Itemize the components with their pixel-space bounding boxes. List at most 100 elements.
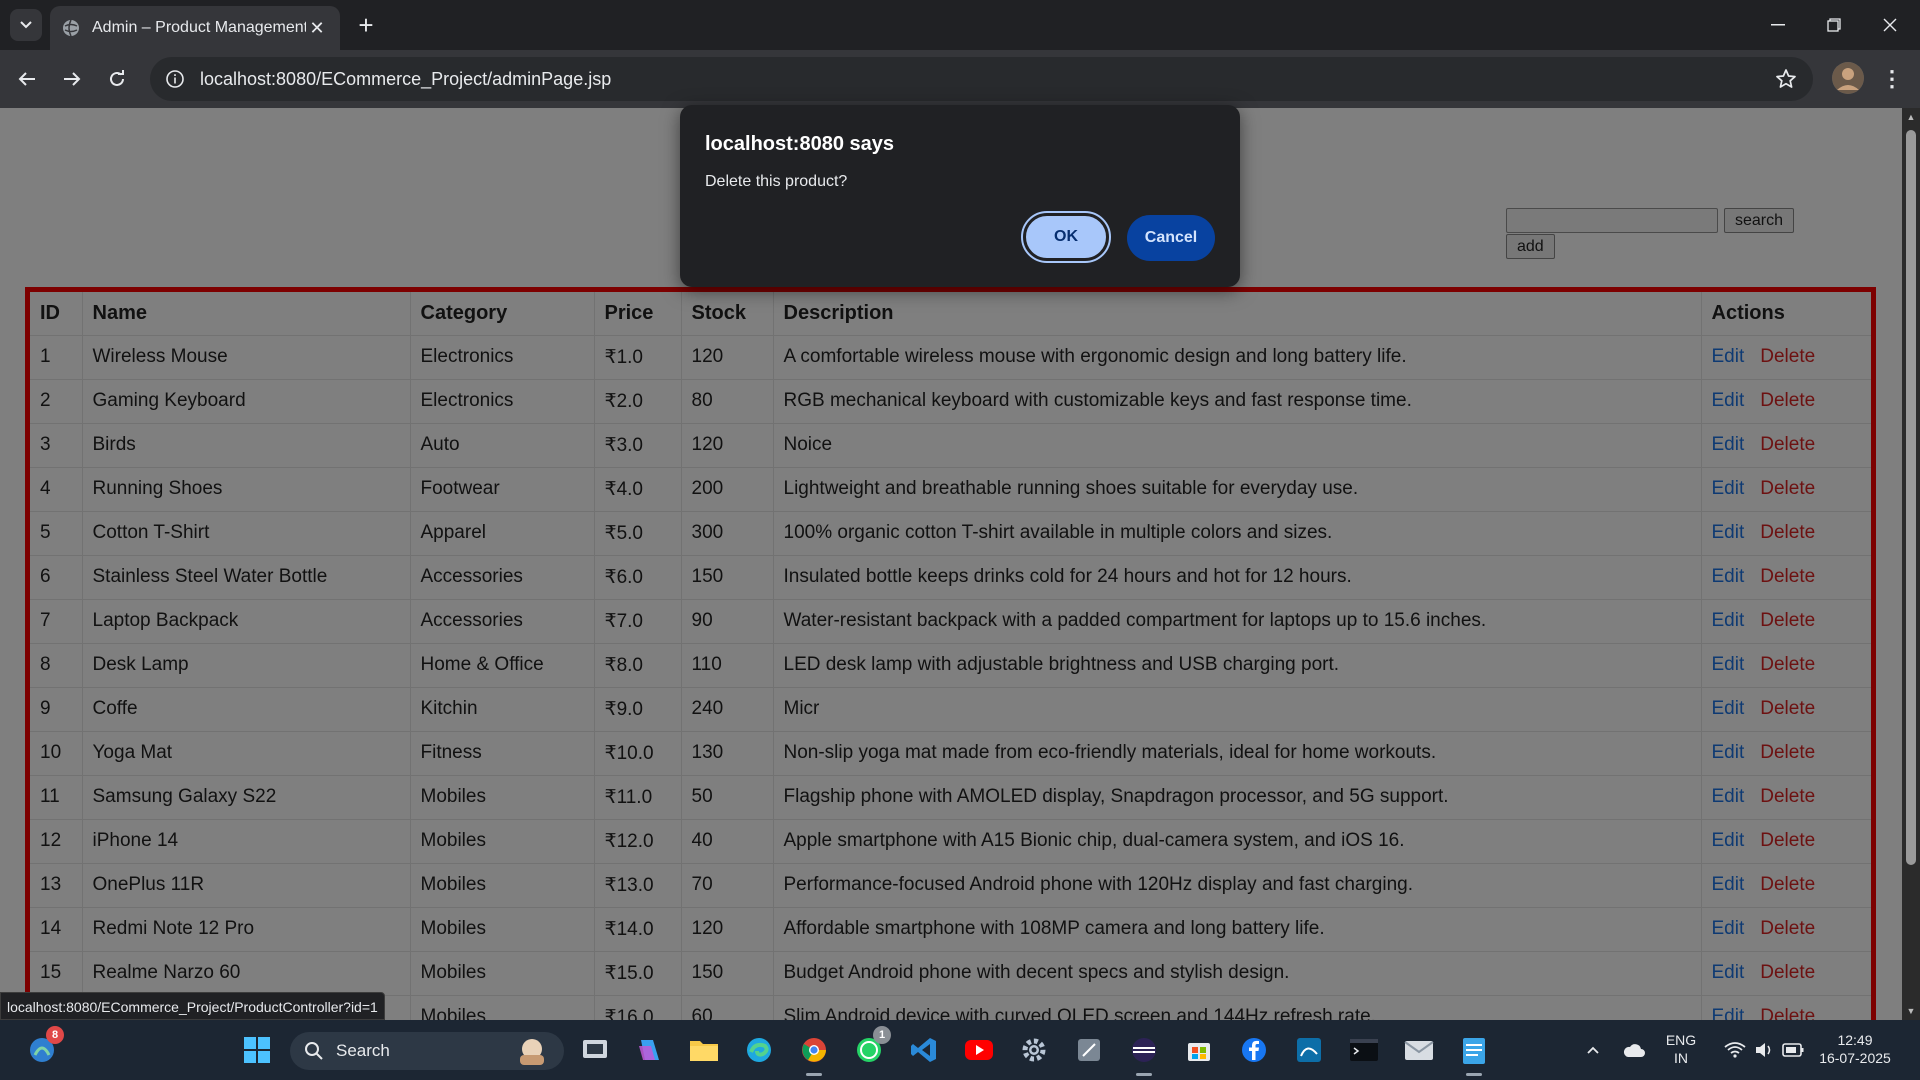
taskbar-search[interactable]: Search xyxy=(290,1032,564,1070)
search-button[interactable]: search xyxy=(1724,208,1795,233)
cell-actions: Edit Delete xyxy=(1701,731,1871,776)
mysql-shell-button[interactable] xyxy=(1344,1030,1384,1070)
delete-link[interactable]: Delete xyxy=(1760,390,1815,411)
edit-link[interactable]: Edit xyxy=(1712,522,1745,543)
start-button[interactable] xyxy=(237,1030,277,1070)
eclipse-button[interactable] xyxy=(1124,1030,1164,1076)
mail-button[interactable] xyxy=(1399,1030,1439,1070)
back-button[interactable] xyxy=(10,62,44,96)
widgets-button[interactable]: 8 xyxy=(22,1026,64,1070)
scrollbar-thumb[interactable] xyxy=(1906,130,1916,865)
cell-description: Lightweight and breathable running shoes… xyxy=(773,467,1702,512)
bookmark-star-icon[interactable] xyxy=(1775,68,1797,90)
active-app-indicator xyxy=(806,1073,822,1076)
edit-link[interactable]: Edit xyxy=(1712,346,1745,367)
table-row: 6 Stainless Steel Water Bottle Accessories… xyxy=(30,555,1871,600)
delete-link[interactable]: Delete xyxy=(1760,830,1815,851)
delete-link[interactable]: Delete xyxy=(1760,522,1815,543)
vscode-button[interactable] xyxy=(904,1030,944,1070)
forward-button[interactable] xyxy=(55,62,89,96)
folder-icon xyxy=(690,1041,718,1061)
chrome-button[interactable] xyxy=(794,1030,834,1076)
restore-button[interactable] xyxy=(1806,0,1862,50)
cell-id: 6 xyxy=(30,555,83,600)
cell-id: 12 xyxy=(30,819,83,864)
tab-search-button[interactable] xyxy=(10,9,42,41)
cell-stock: 120 xyxy=(681,423,774,468)
edit-link[interactable]: Edit xyxy=(1712,390,1745,411)
more-menu-icon[interactable]: ⋮ xyxy=(1880,62,1904,96)
new-tab-button[interactable]: + xyxy=(352,10,380,40)
close-window-button[interactable] xyxy=(1862,0,1918,50)
scroll-down-icon[interactable]: ▼ xyxy=(1906,1006,1916,1016)
cell-stock: 90 xyxy=(681,599,774,644)
delete-link[interactable]: Delete xyxy=(1760,654,1815,675)
delete-link[interactable]: Delete xyxy=(1760,610,1815,631)
edit-link[interactable]: Edit xyxy=(1712,478,1745,499)
delete-link[interactable]: Delete xyxy=(1760,1006,1815,1020)
mysql-workbench-button[interactable] xyxy=(1289,1030,1329,1070)
delete-link[interactable]: Delete xyxy=(1760,918,1815,939)
copilot-button[interactable] xyxy=(629,1030,669,1070)
url-text: localhost:8080/ECommerce_Project/adminPa… xyxy=(200,68,612,89)
edit-link[interactable]: Edit xyxy=(1712,962,1745,983)
address-bar[interactable]: localhost:8080/ECommerce_Project/adminPa… xyxy=(150,57,1813,101)
snipping-tool-button[interactable] xyxy=(1069,1030,1109,1070)
onedrive-tray-icon[interactable] xyxy=(1614,1030,1654,1070)
show-hidden-icons-button[interactable] xyxy=(1573,1030,1613,1070)
dialog-message: Delete this product? xyxy=(705,173,848,190)
edit-link[interactable]: Edit xyxy=(1712,830,1745,851)
minimize-button[interactable] xyxy=(1750,0,1806,50)
file-explorer-button[interactable] xyxy=(684,1030,724,1070)
delete-link[interactable]: Delete xyxy=(1760,742,1815,763)
youtube-button[interactable] xyxy=(959,1030,999,1070)
delete-link[interactable]: Delete xyxy=(1760,478,1815,499)
cell-name: Cotton T-Shirt xyxy=(82,511,411,556)
scroll-up-icon[interactable]: ▲ xyxy=(1906,112,1916,122)
whatsapp-button[interactable]: 1 xyxy=(849,1026,891,1070)
notepad-button[interactable] xyxy=(1454,1030,1494,1076)
page-scrollbar[interactable]: ▲ ▼ xyxy=(1902,108,1920,1020)
clock[interactable]: 12:49 16-07-2025 xyxy=(1812,1031,1898,1067)
add-button[interactable]: add xyxy=(1506,234,1555,259)
edit-link[interactable]: Edit xyxy=(1712,434,1745,455)
edit-link[interactable]: Edit xyxy=(1712,566,1745,587)
edit-link[interactable]: Edit xyxy=(1712,698,1745,719)
edit-link[interactable]: Edit xyxy=(1712,874,1745,895)
delete-link[interactable]: Delete xyxy=(1760,434,1815,455)
browser-tab-bar: Admin – Product Management ✕ + xyxy=(0,0,1920,50)
edit-link[interactable]: Edit xyxy=(1712,742,1745,763)
reload-button[interactable] xyxy=(100,62,134,96)
delete-link[interactable]: Delete xyxy=(1760,346,1815,367)
delete-link[interactable]: Delete xyxy=(1760,566,1815,587)
profile-avatar[interactable] xyxy=(1832,62,1864,94)
edit-link[interactable]: Edit xyxy=(1712,918,1745,939)
delete-link[interactable]: Delete xyxy=(1760,786,1815,807)
task-view-button[interactable] xyxy=(575,1030,615,1070)
microsoft-store-button[interactable] xyxy=(1179,1030,1219,1070)
cell-description: Affordable smartphone with 108MP camera … xyxy=(773,907,1702,952)
edit-link[interactable]: Edit xyxy=(1712,1006,1745,1020)
edit-link[interactable]: Edit xyxy=(1712,610,1745,631)
delete-link[interactable]: Delete xyxy=(1760,874,1815,895)
search-input[interactable] xyxy=(1506,208,1718,233)
column-header-description: Description xyxy=(773,292,1702,336)
edge-button[interactable] xyxy=(739,1030,779,1070)
cell-description: RGB mechanical keyboard with customizabl… xyxy=(773,379,1702,424)
cell-description: Noice xyxy=(773,423,1702,468)
cell-actions: Edit Delete xyxy=(1701,775,1871,820)
facebook-button[interactable] xyxy=(1234,1030,1274,1070)
cloud-icon xyxy=(1623,1044,1645,1057)
browser-tab-active[interactable]: Admin – Product Management ✕ xyxy=(50,6,340,50)
delete-link[interactable]: Delete xyxy=(1760,962,1815,983)
close-tab-icon[interactable]: ✕ xyxy=(306,17,328,39)
ok-button[interactable]: OK xyxy=(1021,211,1111,263)
cancel-button[interactable]: Cancel xyxy=(1127,215,1215,261)
edit-link[interactable]: Edit xyxy=(1712,654,1745,675)
site-info-icon[interactable] xyxy=(164,68,186,90)
settings-button[interactable] xyxy=(1014,1030,1054,1070)
language-indicator[interactable]: ENG IN xyxy=(1660,1031,1702,1067)
delete-link[interactable]: Delete xyxy=(1760,698,1815,719)
quick-settings-button[interactable] xyxy=(1714,1030,1814,1070)
edit-link[interactable]: Edit xyxy=(1712,786,1745,807)
